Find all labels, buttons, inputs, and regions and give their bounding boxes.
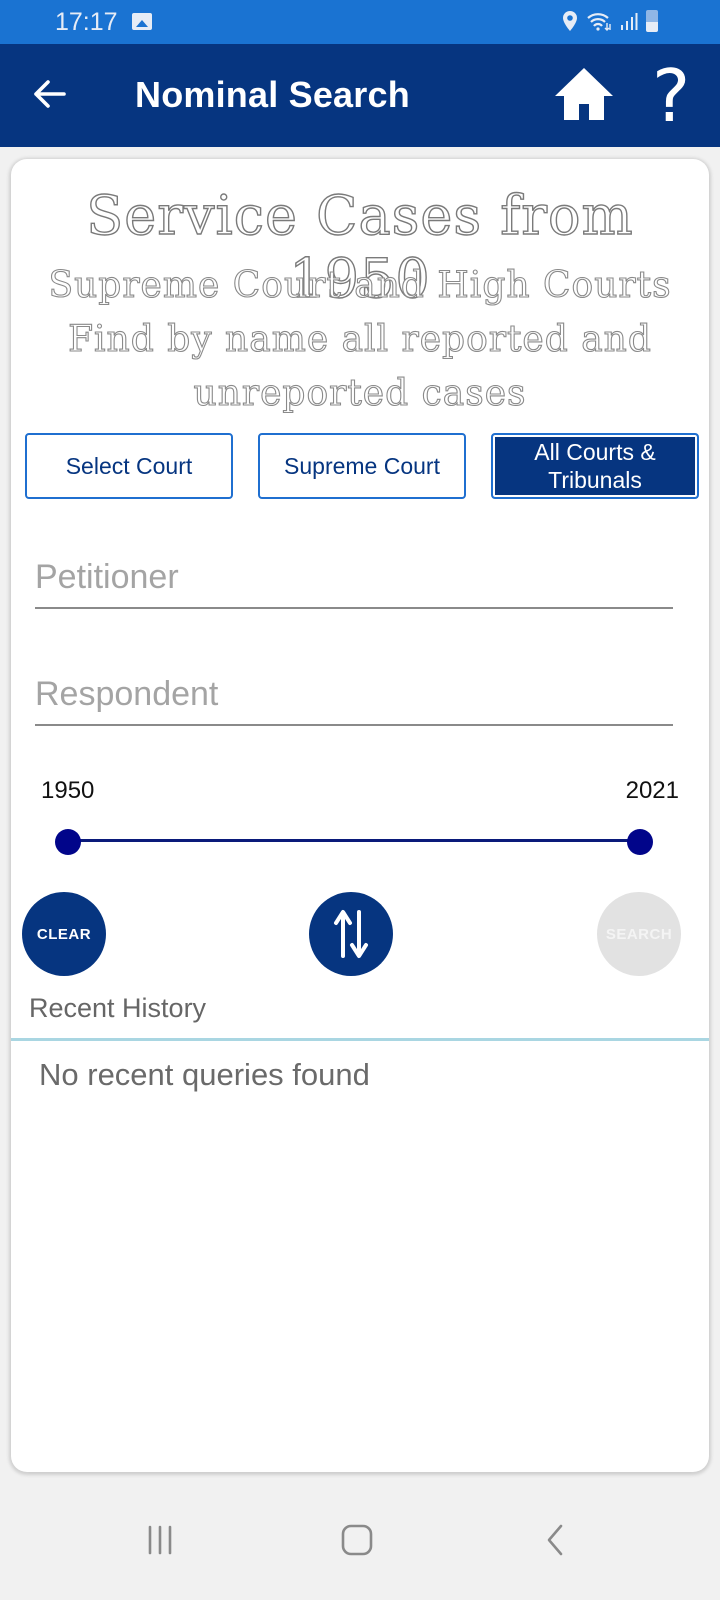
back-nav-button[interactable]: [525, 1510, 585, 1570]
select-court-button[interactable]: Select Court: [25, 433, 233, 499]
year-range-max-thumb[interactable]: [627, 829, 653, 855]
status-bar: 17:17: [0, 0, 720, 44]
year-min-label: 1950: [41, 777, 95, 804]
home-nav-button[interactable]: [327, 1510, 387, 1570]
clear-label: CLEAR: [36, 925, 92, 943]
app-bar: Nominal Search ?: [0, 44, 720, 147]
no-history-message: No recent queries found: [39, 1057, 370, 1092]
home-icon: [555, 68, 613, 120]
supreme-court-button[interactable]: Supreme Court: [258, 433, 466, 499]
banner-line-4: unreported cases: [193, 372, 527, 414]
system-nav-bar: [0, 1480, 720, 1600]
back-nav-icon: [547, 1524, 563, 1556]
swap-vertical-icon: [334, 910, 368, 958]
search-card: Service Cases from 1950 Supreme Court an…: [11, 159, 709, 1472]
home-button[interactable]: [553, 66, 615, 122]
home-nav-icon: [341, 1524, 373, 1556]
signal-icon: [621, 13, 638, 30]
year-range-min-thumb[interactable]: [55, 829, 81, 855]
recent-apps-button[interactable]: [130, 1510, 190, 1570]
help-button[interactable]: ?: [652, 56, 690, 136]
petitioner-input[interactable]: [35, 549, 673, 605]
petitioner-field: [35, 549, 673, 609]
year-range-track[interactable]: [68, 839, 640, 842]
all-courts-tribunals-button[interactable]: All Courts & Tribunals: [491, 433, 699, 499]
recent-apps-icon: [148, 1525, 172, 1555]
status-time: 17:17: [55, 8, 118, 36]
respondent-input[interactable]: [35, 666, 673, 722]
clear-button[interactable]: CLEAR: [22, 892, 106, 976]
swap-parties-button[interactable]: [309, 892, 393, 976]
history-divider: [11, 1038, 709, 1041]
battery-icon: [646, 10, 658, 32]
wifi-icon: [587, 13, 611, 31]
back-button[interactable]: [30, 74, 70, 114]
recent-history-label: Recent History: [29, 993, 207, 1023]
gallery-icon: [132, 13, 152, 30]
location-icon: [563, 11, 577, 31]
year-max-label: 2021: [625, 777, 679, 804]
banner-line-3: Find by name all reported and: [68, 318, 652, 360]
banner-line-2: Supreme Court and High Courts: [48, 264, 672, 306]
respondent-field: [35, 666, 673, 726]
search-button[interactable]: SEARCH: [597, 892, 681, 976]
status-icons: [562, 10, 658, 32]
banner-subheading: Supreme Court and High Courts Find by na…: [11, 259, 709, 421]
arrow-left-icon: [34, 80, 66, 108]
search-label: SEARCH: [605, 925, 673, 943]
page-title: Nominal Search: [135, 74, 410, 115]
